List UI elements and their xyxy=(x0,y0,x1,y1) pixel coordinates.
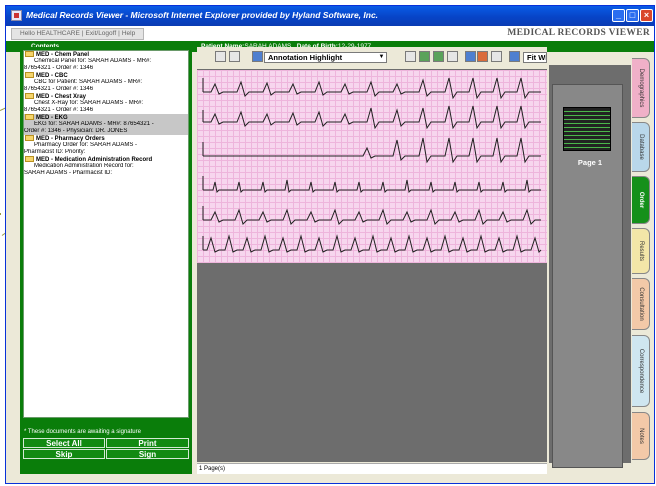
view-grid-icon[interactable] xyxy=(447,51,458,62)
rotate-icon[interactable] xyxy=(465,51,476,62)
tab-notes[interactable]: Notes xyxy=(632,412,650,460)
folder-icon xyxy=(25,51,34,57)
previous-page-icon[interactable] xyxy=(215,51,226,62)
next-page-icon[interactable] xyxy=(229,51,240,62)
tab-demographics[interactable]: Demographics xyxy=(632,58,650,118)
decorative-line xyxy=(0,213,1,215)
document-folder[interactable]: MED - Chest Xray xyxy=(24,93,188,100)
ekg-trace-3 xyxy=(202,137,541,164)
folder-icon xyxy=(25,156,34,162)
select-all-button[interactable]: Select All xyxy=(23,438,105,448)
skip-button[interactable]: Skip xyxy=(23,449,105,459)
document-folder[interactable]: MED - EKG xyxy=(24,114,188,121)
zoom-in-icon[interactable] xyxy=(477,51,488,62)
page-thumbnail[interactable] xyxy=(563,107,611,151)
view-single-icon[interactable] xyxy=(405,51,416,62)
user-links: Hello HEALTHCARE | Exit/Logoff | Help xyxy=(11,28,145,40)
folder-title: MED - Medication Administration Record xyxy=(36,157,153,163)
view-double-icon[interactable] xyxy=(419,51,430,62)
tab-label: Correspondence xyxy=(637,348,644,394)
view-thumbnails-icon[interactable] xyxy=(433,51,444,62)
signature-note: * These documents are awaiting a signatu… xyxy=(24,429,141,435)
annotation-select[interactable]: Annotation Highlight ▼ xyxy=(264,52,387,63)
folder-title: MED - Chem Panel xyxy=(36,52,90,58)
contents-panel: MED - Chem Panel Chemical Panel for: SARA… xyxy=(20,47,192,474)
document-description: EKG for: SARAH ADAMS - MR#: 87654321 - xyxy=(34,121,154,127)
folder-title: MED - EKG xyxy=(36,115,68,121)
tab-results[interactable]: Results xyxy=(632,228,650,274)
tab-label: Results xyxy=(637,240,644,262)
hello-user-link[interactable]: Hello HEALTHCARE xyxy=(20,30,80,37)
document-description: 87654321 - Order #: 1346 xyxy=(24,65,94,71)
document-item[interactable]: MED - Medication Administration Record Me… xyxy=(24,156,188,177)
brand-logo: MEDICAL RECORDS VIEWER xyxy=(507,28,650,38)
page-thumbnail-label: Page 1 xyxy=(577,158,603,167)
ekg-traces xyxy=(202,77,542,253)
folder-title: MED - Chest Xray xyxy=(36,94,87,100)
ekg-trace-2 xyxy=(202,105,541,130)
annotation-icon[interactable] xyxy=(252,51,263,62)
document-item[interactable]: MED - CBC CBC for Patient: SARAH ADAMS - … xyxy=(24,72,188,93)
document-description: Order #: 1346 - Physician: DR. JONES xyxy=(24,128,128,134)
document-description: 87654321 - Order #: 1346 xyxy=(24,86,94,92)
document-item[interactable]: MED - Chem Panel Chemical Panel for: SARA… xyxy=(24,51,188,72)
folder-icon xyxy=(25,93,34,99)
tab-label: Order xyxy=(637,191,644,209)
chevron-down-icon: ▼ xyxy=(378,54,385,60)
title-bar: Medical Records Viewer - Microsoft Inter… xyxy=(6,6,654,26)
thumbnail-header xyxy=(549,57,631,65)
exit-logoff-link[interactable]: Exit/Logoff xyxy=(86,30,117,37)
search-icon[interactable] xyxy=(509,51,520,62)
viewer-toolbar: Annotation Highlight ▼ Fit Width xyxy=(197,47,547,69)
document-description: SARAH ADAMS - Pharmacist ID: xyxy=(24,170,113,176)
tab-database[interactable]: Database xyxy=(632,122,650,172)
document-item[interactable]: MED - Chest Xray Chest X-Ray for: SARAH A… xyxy=(24,93,188,114)
minimize-button[interactable]: _ xyxy=(612,9,625,22)
document-description: Chemical Panel for: SARAH ADAMS - MR#: xyxy=(34,58,152,64)
folder-icon xyxy=(25,72,34,78)
print-button[interactable]: Print xyxy=(106,438,189,448)
close-button[interactable]: × xyxy=(640,9,653,22)
document-item[interactable]: MED - EKG EKG for: SARAH ADAMS - MR#: 876… xyxy=(24,114,188,135)
document-description: CBC for Patient: SARAH ADAMS - MR#: xyxy=(34,79,143,85)
ekg-trace-5 xyxy=(202,206,541,225)
document-description: Chest X-Ray for: SARAH ADAMS - MR#: xyxy=(34,100,144,106)
ie-app-icon xyxy=(11,10,22,21)
tab-label: Consultation xyxy=(637,287,644,321)
tab-label: Database xyxy=(637,134,644,160)
document-folder[interactable]: MED - Chem Panel xyxy=(24,51,188,58)
document-folder[interactable]: MED - Pharmacy Orders xyxy=(24,135,188,142)
document-description: Pharmacy Order for: SARAH ADAMS - xyxy=(34,142,138,148)
sign-button[interactable]: Sign xyxy=(106,449,189,459)
folder-title: MED - Pharmacy Orders xyxy=(36,136,105,142)
folder-icon xyxy=(25,114,34,120)
zoom-select[interactable]: Fit Width xyxy=(523,52,547,63)
document-item[interactable]: MED - Pharmacy Orders Pharmacy Order for:… xyxy=(24,135,188,156)
top-link-bar: Hello HEALTHCARE | Exit/Logoff | Help MEDICA… xyxy=(6,26,654,41)
document-folder[interactable]: MED - CBC xyxy=(24,72,188,79)
tab-consultation[interactable]: Consultation xyxy=(632,278,650,330)
ekg-trace-6 xyxy=(202,234,542,253)
document-folder[interactable]: MED - Medication Administration Record xyxy=(24,156,188,163)
document-description: Medication Administration Record for: xyxy=(34,163,134,169)
folder-icon xyxy=(25,135,34,141)
annotation-select-value: Annotation Highlight xyxy=(268,53,343,62)
document-list[interactable]: MED - Chem Panel Chemical Panel for: SARA… xyxy=(23,50,189,418)
window-title: Medical Records Viewer - Microsoft Inter… xyxy=(26,10,379,20)
tab-correspondence[interactable]: Correspondence xyxy=(632,335,650,407)
zoom-out-icon[interactable] xyxy=(491,51,502,62)
document-description: Pharmacist ID: Priority: xyxy=(24,149,86,155)
tab-label: Demographics xyxy=(637,68,644,108)
folder-title: MED - CBC xyxy=(36,73,68,79)
maximize-button[interactable]: □ xyxy=(626,9,639,22)
tab-label: Notes xyxy=(637,428,644,444)
help-link[interactable]: Help xyxy=(122,30,135,37)
zoom-select-value: Fit Width xyxy=(527,53,547,62)
ekg-document-image xyxy=(197,70,547,263)
ekg-trace-4 xyxy=(202,176,541,194)
ekg-trace-1 xyxy=(202,77,541,100)
document-description: 87654321 - Order #: 1346 xyxy=(24,107,94,113)
tab-order[interactable]: Order xyxy=(632,176,650,224)
viewer-status-bar: 1 Page(s) xyxy=(197,463,547,474)
